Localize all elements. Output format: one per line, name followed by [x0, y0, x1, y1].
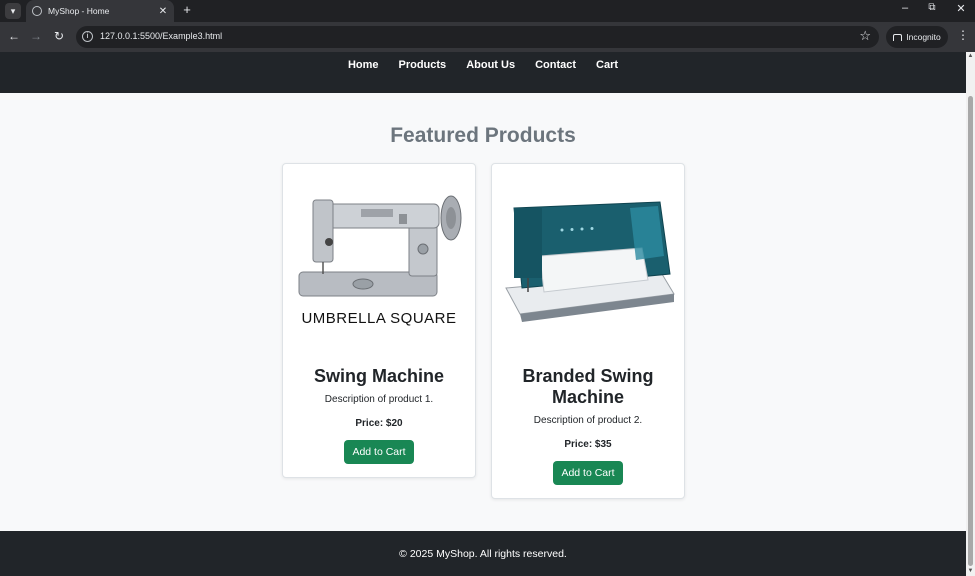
site-footer: © 2025 MyShop. All rights reserved.: [0, 531, 966, 576]
incognito-badge[interactable]: Incognito: [886, 26, 948, 48]
product-name: Swing Machine: [313, 366, 445, 386]
nav-link-home[interactable]: Home: [348, 59, 379, 71]
vertical-scrollbar[interactable]: ▲ ▼: [966, 52, 975, 576]
browser-toolbar: ← → ↻ i 127.0.0.1:5500/Example3.html ☆: [0, 22, 975, 52]
sewing-machine-teal-illustration: [505, 201, 675, 322]
product-price: Price: $35: [564, 439, 612, 450]
product-description: Description of product 1.: [324, 394, 434, 405]
product-description: Description of product 2.: [533, 415, 643, 426]
nav-link-about-us[interactable]: About Us: [466, 59, 515, 71]
new-tab-plus-icon[interactable]: +: [180, 2, 194, 17]
browser-menu-icon[interactable]: ⋮: [957, 28, 969, 42]
restore-window-icon[interactable]: ⧉: [925, 2, 939, 13]
nav-link-contact[interactable]: Contact: [535, 59, 576, 71]
reload-icon[interactable]: ↻: [51, 28, 67, 44]
forward-arrow-icon[interactable]: →: [28, 28, 44, 44]
globe-icon: [32, 6, 42, 16]
product-image-brand-text: UMBRELLA SQUARE: [301, 310, 457, 327]
back-arrow-icon[interactable]: ←: [6, 28, 22, 44]
product-name: Branded Swing Machine: [522, 366, 654, 407]
tab-search-chevron-icon[interactable]: ▾: [5, 3, 21, 19]
product-card: UMBRELLA SQUARE Swing Machine Descriptio…: [282, 163, 476, 478]
add-to-cart-button[interactable]: Add to Cart: [553, 461, 623, 485]
product-card: Branded Swing Machine Description of pro…: [491, 163, 685, 499]
scroll-up-arrow-icon[interactable]: ▲: [966, 52, 975, 61]
site-info-icon[interactable]: i: [82, 31, 93, 42]
minimize-icon[interactable]: –: [898, 2, 912, 14]
scroll-down-arrow-icon[interactable]: ▼: [966, 567, 975, 576]
tab-strip: ▾ MyShop - Home ✕ + – ⧉ ✕: [0, 0, 975, 22]
nav-link-cart[interactable]: Cart: [596, 59, 618, 71]
tab-title: MyShop - Home: [48, 6, 110, 16]
product-price: Price: $20: [355, 418, 403, 429]
incognito-label: Incognito: [906, 32, 941, 42]
product-image-sewing-machine: [492, 164, 684, 354]
product-image-sewing-machine: UMBRELLA SQUARE: [283, 164, 475, 354]
url-text[interactable]: 127.0.0.1:5500/Example3.html: [100, 31, 222, 41]
incognito-icon: [893, 33, 903, 41]
add-to-cart-button[interactable]: Add to Cart: [344, 440, 414, 464]
site-navbar: Home Products About Us Contact Cart: [0, 52, 966, 93]
footer-copyright: © 2025 MyShop. All rights reserved.: [399, 547, 567, 560]
scrollbar-thumb[interactable]: [968, 96, 973, 566]
page-viewport: Home Products About Us Contact Cart Feat…: [0, 52, 966, 576]
page-title: Featured Products: [390, 124, 576, 147]
bookmark-star-icon[interactable]: ☆: [859, 28, 871, 44]
close-window-icon[interactable]: ✕: [954, 2, 968, 15]
nav-link-products[interactable]: Products: [399, 59, 447, 71]
browser-tab[interactable]: MyShop - Home ✕: [26, 0, 174, 22]
close-tab-icon[interactable]: ✕: [156, 6, 170, 17]
address-bar[interactable]: i 127.0.0.1:5500/Example3.html ☆: [76, 26, 879, 48]
